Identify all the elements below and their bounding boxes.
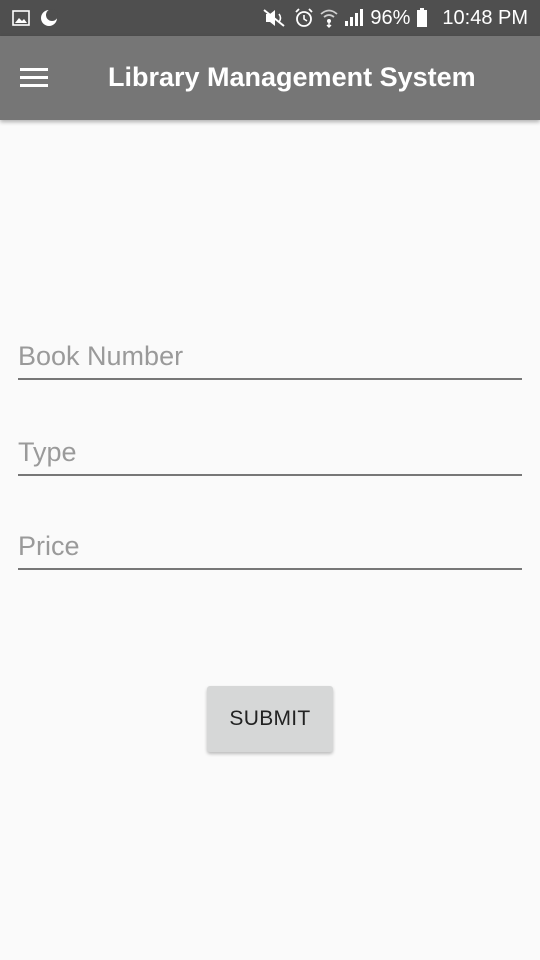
mute-icon (262, 8, 288, 28)
price-field[interactable] (18, 518, 522, 570)
alarm-icon (294, 8, 314, 28)
submit-button[interactable]: SUBMIT (207, 686, 333, 752)
battery-percent: 96% (370, 6, 411, 29)
status-time: 10:48 PM (442, 6, 528, 29)
menu-button[interactable] (20, 66, 50, 90)
signal-icon (344, 9, 364, 27)
image-icon (12, 10, 30, 26)
book-number-field[interactable] (18, 328, 522, 380)
app-bar: Library Management System (0, 36, 540, 120)
status-bar: 96% 10:48 PM (0, 0, 540, 36)
status-left-icons (12, 9, 58, 27)
status-right-icons: 96% 10:48 PM (262, 0, 528, 36)
page-title: Library Management System (108, 62, 476, 92)
type-field[interactable] (18, 424, 522, 476)
menu-icon (20, 68, 50, 94)
moon-icon (40, 9, 58, 27)
book-number-input[interactable] (18, 341, 522, 372)
type-input[interactable] (18, 437, 522, 468)
wifi-icon (320, 8, 338, 28)
price-input[interactable] (18, 531, 522, 562)
battery-icon (416, 8, 428, 28)
